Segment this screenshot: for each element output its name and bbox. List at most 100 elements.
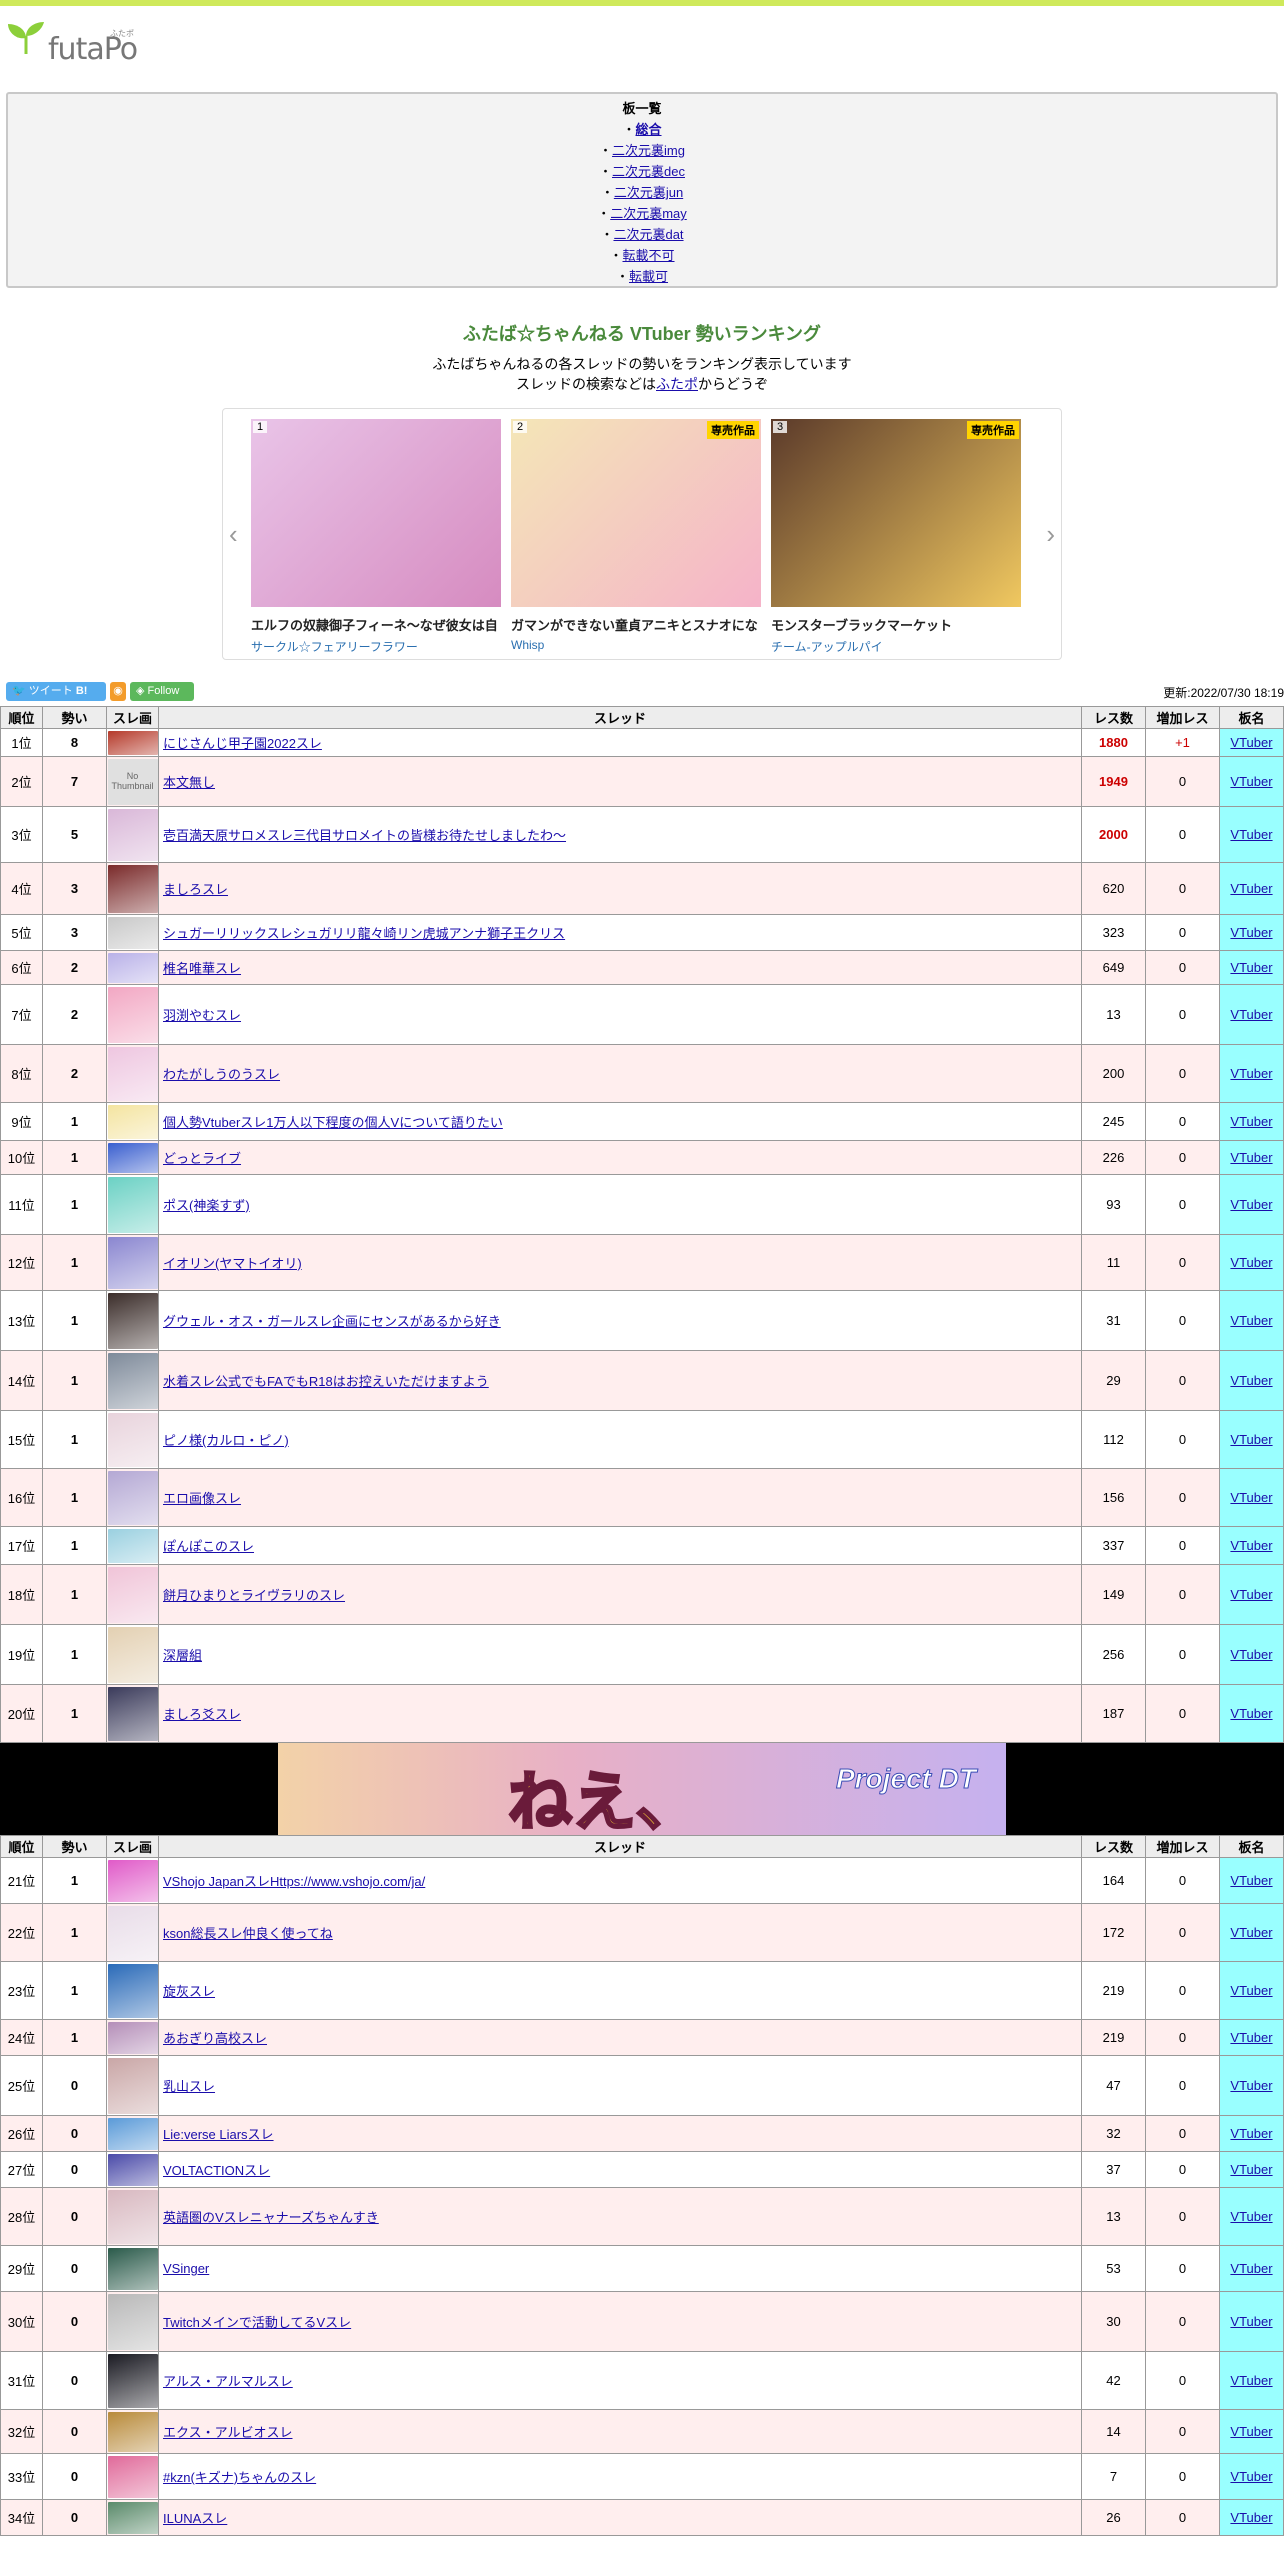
thread-link[interactable]: ピノ様(カルロ・ピノ): [163, 1433, 289, 1448]
board-name-link[interactable]: VTuber: [1230, 1925, 1272, 1940]
thread-thumbnail[interactable]: [107, 1528, 158, 1563]
board-link[interactable]: 二次元裏img: [612, 143, 685, 158]
board-name-link[interactable]: VTuber: [1230, 1197, 1272, 1212]
thread-thumbnail[interactable]: [107, 986, 158, 1043]
thread-link[interactable]: グウェル・オス・ガールスレ企画にセンスがあるから好き: [163, 1314, 501, 1329]
board-name-link[interactable]: VTuber: [1230, 2078, 1272, 2093]
board-name-link[interactable]: VTuber: [1230, 1432, 1272, 1447]
board-link[interactable]: 総合: [636, 122, 662, 137]
site-logo[interactable]: futaPo ふたポ: [0, 6, 1284, 70]
board-name-link[interactable]: VTuber: [1230, 1647, 1272, 1662]
thread-link[interactable]: シュガーリリックスレシュガリリ龍々崎リン虎城アンナ獅子王クリス: [163, 926, 565, 941]
thread-thumbnail[interactable]: [107, 864, 158, 913]
thread-thumbnail[interactable]: [107, 2455, 158, 2498]
thread-link[interactable]: ましろ爻スレ: [163, 1707, 241, 1722]
product-card[interactable]: 1 エルフの奴隷御子フィーネ～なぜ彼女は自 サークル☆フェアリーフラワー: [251, 419, 501, 655]
board-link[interactable]: 二次元裏jun: [614, 185, 683, 200]
thread-thumbnail[interactable]: [107, 1236, 158, 1289]
board-link[interactable]: 二次元裏may: [610, 206, 687, 221]
thread-thumbnail[interactable]: No Thumbnail: [107, 758, 158, 805]
board-name-link[interactable]: VTuber: [1230, 1373, 1272, 1388]
board-name-link[interactable]: VTuber: [1230, 1587, 1272, 1602]
thread-link[interactable]: Twitchメインで活動してるVスレ: [163, 2315, 351, 2330]
board-name-link[interactable]: VTuber: [1230, 2126, 1272, 2141]
thread-thumbnail[interactable]: [107, 2293, 158, 2350]
thread-thumbnail[interactable]: [107, 2501, 158, 2534]
board-name-link[interactable]: VTuber: [1230, 2510, 1272, 2525]
thread-thumbnail[interactable]: [107, 2021, 158, 2054]
board-name-link[interactable]: VTuber: [1230, 1490, 1272, 1505]
thread-thumbnail[interactable]: [107, 2353, 158, 2408]
thread-link[interactable]: 本文無し: [163, 775, 215, 790]
thread-link[interactable]: わたがしうのうスレ: [163, 1067, 280, 1082]
thread-link[interactable]: アルス・アルマルスレ: [163, 2374, 293, 2389]
thread-thumbnail[interactable]: [107, 808, 158, 861]
thread-thumbnail[interactable]: [107, 1412, 158, 1467]
thread-link[interactable]: VShojo JapanスレHttps://www.vshojo.com/ja/: [163, 1874, 425, 1889]
futapo-link[interactable]: ふたポ: [656, 376, 698, 392]
rss-icon[interactable]: ◉: [110, 682, 126, 701]
product-title[interactable]: エルフの奴隷御子フィーネ～なぜ彼女は自: [251, 615, 501, 634]
thread-link[interactable]: VSinger: [163, 2261, 209, 2276]
board-link[interactable]: 二次元裏dec: [612, 164, 685, 179]
thread-thumbnail[interactable]: [107, 1470, 158, 1525]
thread-thumbnail[interactable]: [107, 1292, 158, 1349]
thread-link[interactable]: 椎名唯華スレ: [163, 961, 241, 976]
board-name-link[interactable]: VTuber: [1230, 1538, 1272, 1553]
thread-thumbnail[interactable]: [107, 1046, 158, 1101]
board-name-link[interactable]: VTuber: [1230, 1873, 1272, 1888]
board-link[interactable]: 転載可: [629, 269, 668, 284]
thread-link[interactable]: VOLTACTIONスレ: [163, 2163, 270, 2178]
thread-link[interactable]: kson総長スレ仲良く使ってね: [163, 1926, 333, 1941]
thread-thumbnail[interactable]: [107, 1566, 158, 1623]
board-name-link[interactable]: VTuber: [1230, 2469, 1272, 2484]
thread-link[interactable]: あおぎり高校スレ: [163, 2031, 267, 2046]
product-circle[interactable]: チーム-アップルパイ: [771, 638, 1021, 655]
product-card[interactable]: 3 専売作品モンスターブラックマーケット チーム-アップルパイ: [771, 419, 1021, 655]
thread-link[interactable]: 壱百満天原サロメスレ三代目サロメイトの皆様お待たせしましたわ〜: [163, 828, 566, 843]
product-title[interactable]: モンスターブラックマーケット: [771, 615, 1021, 634]
thread-link[interactable]: どっとライブ: [163, 1151, 241, 1166]
thread-link[interactable]: 餅月ひまりとライヴラリのスレ: [163, 1588, 345, 1603]
thread-thumbnail[interactable]: [107, 2117, 158, 2150]
thread-thumbnail[interactable]: [107, 1626, 158, 1683]
product-thumbnail[interactable]: 1: [251, 419, 501, 607]
thread-thumbnail[interactable]: [107, 730, 158, 755]
product-thumbnail[interactable]: 3 専売作品: [771, 419, 1021, 607]
board-name-link[interactable]: VTuber: [1230, 1313, 1272, 1328]
carousel-prev-icon[interactable]: ‹: [229, 519, 238, 550]
thread-thumbnail[interactable]: [107, 1352, 158, 1409]
thread-link[interactable]: 水着スレ公式でもFAでもR18はお控えいただけますよう: [163, 1374, 489, 1389]
thread-link[interactable]: #kzn(キズナ)ちゃんのスレ: [163, 2470, 316, 2485]
product-title[interactable]: ガマンができない童貞アニキとスナオにな: [511, 615, 761, 634]
thread-link[interactable]: イオリン(ヤマトイオリ): [163, 1256, 302, 1271]
thread-link[interactable]: 個人勢Vtuberスレ1万人以下程度の個人Vについて語りたい: [163, 1115, 503, 1130]
thread-link[interactable]: ぽんぽこのスレ: [163, 1539, 254, 1554]
thread-thumbnail[interactable]: [107, 1142, 158, 1173]
board-name-link[interactable]: VTuber: [1230, 1706, 1272, 1721]
thread-link[interactable]: エロ画像スレ: [163, 1491, 241, 1506]
thread-link[interactable]: エクス・アルビオスレ: [163, 2425, 292, 2440]
board-name-link[interactable]: VTuber: [1230, 2373, 1272, 2388]
thread-link[interactable]: Lie:verse Liarsスレ: [163, 2127, 274, 2142]
thread-link[interactable]: ILUNAスレ: [163, 2511, 227, 2526]
board-name-link[interactable]: VTuber: [1230, 774, 1272, 789]
board-name-link[interactable]: VTuber: [1230, 1007, 1272, 1022]
board-name-link[interactable]: VTuber: [1230, 735, 1272, 750]
thread-link[interactable]: 深層組: [163, 1648, 202, 1663]
thread-link[interactable]: 乳山スレ: [163, 2079, 215, 2094]
board-name-link[interactable]: VTuber: [1230, 1150, 1272, 1165]
product-thumbnail[interactable]: 2 専売作品: [511, 419, 761, 607]
board-name-link[interactable]: VTuber: [1230, 1066, 1272, 1081]
thread-thumbnail[interactable]: [107, 1686, 158, 1741]
board-name-link[interactable]: VTuber: [1230, 2314, 1272, 2329]
board-name-link[interactable]: VTuber: [1230, 925, 1272, 940]
board-name-link[interactable]: VTuber: [1230, 2261, 1272, 2276]
thread-thumbnail[interactable]: [107, 1859, 158, 1902]
thread-thumbnail[interactable]: [107, 2189, 158, 2244]
board-link[interactable]: 転載不可: [623, 248, 675, 263]
thread-link[interactable]: 英語圏のVスレニャナーズちゃんすき: [163, 2210, 379, 2225]
board-list-panel[interactable]: 板一覧 ・総合 ・二次元裏img ・二次元裏dec ・二次元裏jun ・二次元裏may ・…: [6, 92, 1278, 288]
thread-thumbnail[interactable]: [107, 2247, 158, 2290]
product-circle[interactable]: サークル☆フェアリーフラワー: [251, 638, 501, 655]
